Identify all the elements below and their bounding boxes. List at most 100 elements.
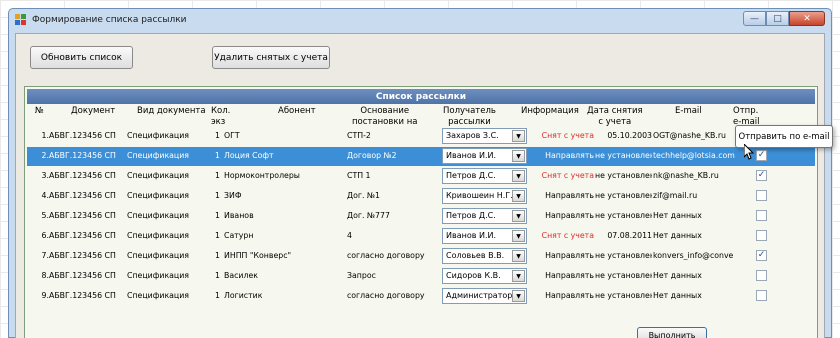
recipient-value: Иванов И.И. [446, 151, 497, 160]
table-row[interactable]: 9. АБВГ.123456 СП Спецификация 1 Логистик сог… [27, 287, 815, 306]
recipient-select[interactable]: Иванов И.И. ▼ [442, 228, 527, 244]
col-reason: Основание постановки на [352, 106, 418, 128]
cell-type: Спецификация [127, 271, 189, 280]
send-email-checkbox[interactable]: ✓ [756, 170, 767, 181]
cell-type: Спецификация [127, 211, 189, 220]
chevron-down-icon[interactable]: ▼ [512, 190, 525, 202]
cell-date: не установлена [595, 251, 652, 260]
cell-num: 2. [41, 151, 49, 160]
col-qty: Кол. экз [211, 106, 230, 128]
table-row[interactable]: 7. АБВГ.123456 СП Спецификация 1 ИНПП "Конве… [27, 247, 815, 266]
cell-email: nk@nashe_KB.ru [653, 171, 719, 180]
send-email-checkbox[interactable]: ✓ [756, 250, 767, 261]
recipient-select[interactable]: Захаров З.С. ▼ [442, 128, 527, 144]
recipient-select[interactable]: Сидоров К.В. ▼ [442, 268, 527, 284]
recipient-value: Соловьев В.В. [446, 251, 505, 260]
recipient-value: Петров Д.С. [446, 171, 496, 180]
cell-date: 05.10.2003 [607, 131, 652, 140]
table-row[interactable]: 3. АБВГ.123456 СП Спецификация 1 Нормоконтро… [27, 167, 815, 186]
cell-info: Направлять [545, 251, 594, 260]
delete-unregistered-button[interactable]: Удалить снятых с учета [212, 46, 330, 69]
cell-reason: 4 [347, 231, 352, 240]
chevron-down-icon[interactable]: ▼ [512, 290, 525, 302]
cell-email: techhelp@lotsia.com [653, 151, 735, 160]
send-email-checkbox[interactable] [756, 290, 767, 301]
send-email-checkbox[interactable] [756, 190, 767, 201]
cell-qty: 1 [215, 231, 220, 240]
table-row[interactable]: 6. АБВГ.123456 СП Спецификация 1 Сатурн 4 Снят… [27, 227, 815, 246]
cell-date: не установлена [595, 171, 652, 180]
cell-qty: 1 [215, 251, 220, 260]
cell-doc: АБВГ.123456 СП [49, 191, 116, 200]
cell-type: Спецификация [127, 171, 189, 180]
cell-num: 3. [41, 171, 49, 180]
chevron-down-icon[interactable]: ▼ [512, 170, 525, 182]
recipient-select[interactable]: Петров Д.С. ▼ [442, 168, 527, 184]
cell-abonent: Сатурн [224, 231, 254, 240]
cell-date: не установлена [595, 151, 652, 160]
table-row[interactable]: 5. АБВГ.123456 СП Спецификация 1 Иванов Дог. … [27, 207, 815, 226]
chevron-down-icon[interactable]: ▼ [512, 210, 525, 222]
cell-email: Нет данных [653, 271, 702, 280]
cell-type: Спецификация [127, 131, 189, 140]
cell-qty: 1 [215, 151, 220, 160]
table-row[interactable]: 4. АБВГ.123456 СП Спецификация 1 ЗИФ Дог. №1 Н… [27, 187, 815, 206]
col-type: Вид документа [137, 106, 206, 116]
close-icon: ✕ [803, 13, 811, 24]
cell-qty: 1 [215, 271, 220, 280]
cell-doc: АБВГ.123456 СП [49, 271, 116, 280]
cell-doc: АБВГ.123456 СП [49, 131, 116, 140]
cell-info: Направлять [545, 151, 594, 160]
table-row[interactable]: 8. АБВГ.123456 СП Спецификация 1 Василек Запр… [27, 267, 815, 286]
cell-reason: согласно договору [347, 251, 425, 260]
send-email-checkbox[interactable]: ✓ [756, 150, 767, 161]
recipient-select[interactable]: Администратор ▼ [442, 288, 527, 304]
cell-num: 1. [41, 131, 49, 140]
cell-qty: 1 [215, 211, 220, 220]
run-button[interactable]: Выполнить [637, 327, 707, 338]
cell-email: Нет данных [653, 291, 702, 300]
send-email-checkbox[interactable] [756, 210, 767, 221]
send-email-checkbox[interactable] [756, 270, 767, 281]
refresh-list-button[interactable]: Обновить список [30, 46, 133, 69]
col-doc: Документ [71, 106, 116, 116]
chevron-down-icon[interactable]: ▼ [512, 250, 525, 262]
cell-abonent: Василек [224, 271, 258, 280]
table-row[interactable]: 2. АБВГ.123456 СП Спецификация 1 Лоция Софт Д… [27, 147, 815, 166]
close-button[interactable]: ✕ [789, 11, 825, 26]
client-area: Обновить список Удалить снятых с учета С… [15, 33, 825, 338]
cell-doc: АБВГ.123456 СП [49, 171, 116, 180]
recipient-select[interactable]: Кривошеин Н.Г. ▼ [442, 188, 527, 204]
maximize-button[interactable]: □ [766, 11, 789, 26]
chevron-down-icon[interactable]: ▼ [512, 150, 525, 162]
cell-type: Спецификация [127, 291, 189, 300]
cell-reason: СТП-2 [347, 131, 371, 140]
recipient-select[interactable]: Петров Д.С. ▼ [442, 208, 527, 224]
col-recipient-line1: Получатель [443, 106, 496, 116]
chevron-down-icon[interactable]: ▼ [512, 230, 525, 242]
recipient-select[interactable]: Иванов И.И. ▼ [442, 148, 527, 164]
cell-email: Нет данных [653, 231, 702, 240]
cell-num: 7. [41, 251, 49, 260]
recipient-select[interactable]: Соловьев В.В. ▼ [442, 248, 527, 264]
cell-email: OGT@nashe_KB.ru [653, 131, 726, 140]
table-row[interactable]: 1. АБВГ.123456 СП Спецификация 1 ОГТ СТП-2 Сня… [27, 127, 815, 146]
send-email-checkbox[interactable] [756, 230, 767, 241]
cell-qty: 1 [215, 291, 220, 300]
cell-reason: Договор №2 [347, 151, 397, 160]
cell-doc: АБВГ.123456 СП [49, 251, 116, 260]
app-icon [15, 14, 27, 26]
window-title: Формирование списка рассылки [32, 15, 187, 25]
minimize-button[interactable]: — [743, 11, 766, 26]
title-bar[interactable]: Формирование списка рассылки [9, 9, 831, 31]
cell-info: Направлять [545, 291, 594, 300]
cell-qty: 1 [215, 171, 220, 180]
cell-info: Снят с учета [541, 171, 594, 180]
chevron-down-icon[interactable]: ▼ [512, 130, 525, 142]
cell-num: 5. [41, 211, 49, 220]
cell-num: 8. [41, 271, 49, 280]
chevron-down-icon[interactable]: ▼ [512, 270, 525, 282]
col-reason-line1: Основание [360, 106, 410, 116]
col-send-line1: Отпр. [733, 106, 759, 116]
cell-abonent: Нормоконтролеры [224, 171, 300, 180]
